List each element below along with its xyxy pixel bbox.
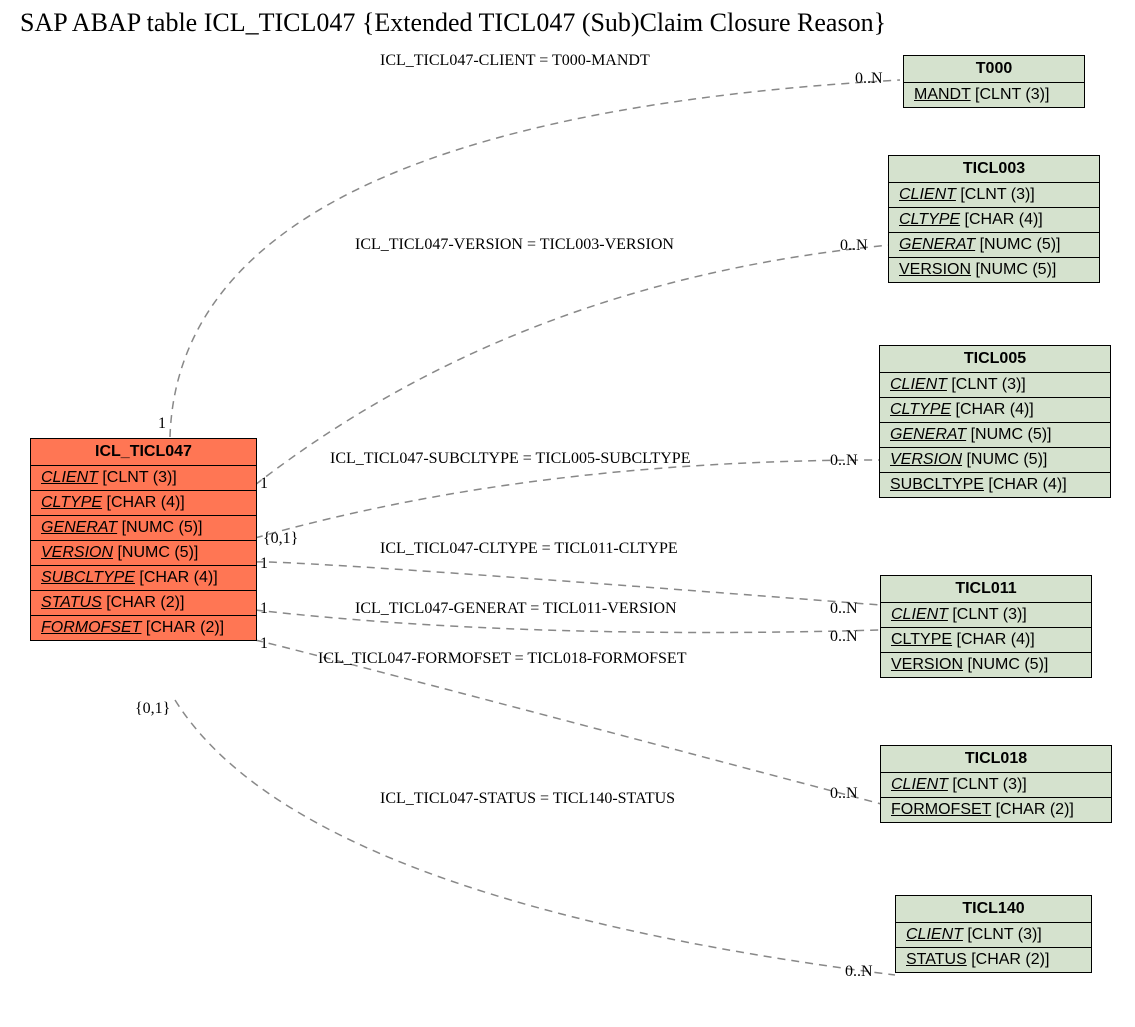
entity-header: TICL003 [889, 156, 1099, 183]
entity-field: GENERAT [NUMC (5)] [889, 233, 1099, 258]
cardinality: 1 [260, 555, 268, 573]
cardinality: 0..N [830, 600, 858, 618]
entity-field: MANDT [CLNT (3)] [904, 83, 1084, 107]
entity-header: TICL018 [881, 746, 1111, 773]
cardinality: 0..N [830, 785, 858, 803]
entity-field: CLIENT [CLNT (3)] [881, 773, 1111, 798]
cardinality: 1 [260, 475, 268, 493]
entity-field: FORMOFSET [CHAR (2)] [31, 616, 256, 640]
edge-label: ICL_TICL047-CLIENT = T000-MANDT [380, 52, 650, 70]
cardinality: {0,1} [135, 700, 170, 718]
entity-ticl140: TICL140 CLIENT [CLNT (3)] STATUS [CHAR (… [895, 895, 1092, 973]
entity-field: CLIENT [CLNT (3)] [881, 603, 1091, 628]
cardinality: 0..N [845, 963, 873, 981]
entity-ticl011: TICL011 CLIENT [CLNT (3)] CLTYPE [CHAR (… [880, 575, 1092, 678]
entity-header: ICL_TICL047 [31, 439, 256, 466]
cardinality: 1 [260, 635, 268, 653]
cardinality: {0,1} [263, 530, 298, 548]
entity-field: SUBCLTYPE [CHAR (4)] [31, 566, 256, 591]
edge-label: ICL_TICL047-CLTYPE = TICL011-CLTYPE [380, 540, 678, 558]
entity-field: STATUS [CHAR (2)] [896, 948, 1091, 972]
entity-field: FORMOFSET [CHAR (2)] [881, 798, 1111, 822]
entity-field: SUBCLTYPE [CHAR (4)] [880, 473, 1110, 497]
entity-header: TICL140 [896, 896, 1091, 923]
entity-field: CLTYPE [CHAR (4)] [881, 628, 1091, 653]
entity-field: GENERAT [NUMC (5)] [880, 423, 1110, 448]
edge-label: ICL_TICL047-STATUS = TICL140-STATUS [380, 790, 675, 808]
entity-field: VERSION [NUMC (5)] [889, 258, 1099, 282]
entity-header: TICL005 [880, 346, 1110, 373]
edge-label: ICL_TICL047-GENERAT = TICL011-VERSION [355, 600, 677, 618]
edge-label: ICL_TICL047-VERSION = TICL003-VERSION [355, 236, 674, 254]
cardinality: 0..N [830, 452, 858, 470]
entity-field: VERSION [NUMC (5)] [881, 653, 1091, 677]
entity-ticl018: TICL018 CLIENT [CLNT (3)] FORMOFSET [CHA… [880, 745, 1112, 823]
entity-field: STATUS [CHAR (2)] [31, 591, 256, 616]
entity-field: GENERAT [NUMC (5)] [31, 516, 256, 541]
entity-header: TICL011 [881, 576, 1091, 603]
cardinality: 0..N [855, 70, 883, 88]
cardinality: 1 [158, 415, 166, 433]
entity-field: CLIENT [CLNT (3)] [896, 923, 1091, 948]
entity-field: VERSION [NUMC (5)] [31, 541, 256, 566]
entity-field: CLTYPE [CHAR (4)] [889, 208, 1099, 233]
entity-field: CLIENT [CLNT (3)] [880, 373, 1110, 398]
cardinality: 0..N [830, 628, 858, 646]
entity-icl-ticl047: ICL_TICL047 CLIENT [CLNT (3)] CLTYPE [CH… [30, 438, 257, 641]
entity-field: VERSION [NUMC (5)] [880, 448, 1110, 473]
diagram-title: SAP ABAP table ICL_TICL047 {Extended TIC… [0, 0, 1135, 38]
entity-field: CLIENT [CLNT (3)] [31, 466, 256, 491]
entity-ticl005: TICL005 CLIENT [CLNT (3)] CLTYPE [CHAR (… [879, 345, 1111, 498]
edge-label: ICL_TICL047-SUBCLTYPE = TICL005-SUBCLTYP… [330, 450, 690, 468]
entity-ticl003: TICL003 CLIENT [CLNT (3)] CLTYPE [CHAR (… [888, 155, 1100, 283]
entity-t000: T000 MANDT [CLNT (3)] [903, 55, 1085, 108]
entity-field: CLTYPE [CHAR (4)] [880, 398, 1110, 423]
edge-label: ICL_TICL047-FORMOFSET = TICL018-FORMOFSE… [318, 650, 686, 668]
cardinality: 0..N [840, 237, 868, 255]
entity-header: T000 [904, 56, 1084, 83]
entity-field: CLIENT [CLNT (3)] [889, 183, 1099, 208]
cardinality: 1 [260, 600, 268, 618]
entity-field: CLTYPE [CHAR (4)] [31, 491, 256, 516]
